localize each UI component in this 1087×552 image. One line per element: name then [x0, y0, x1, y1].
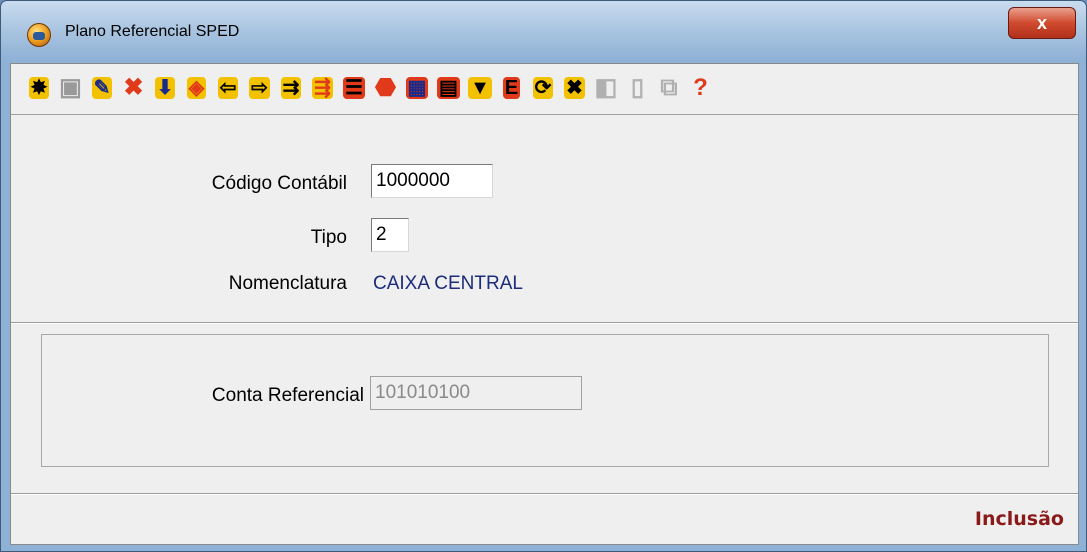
- arrow-left-icon: ⇦: [217, 77, 239, 99]
- comment-icon: ▼: [468, 77, 492, 99]
- download-arrow-button[interactable]: ⬇: [150, 72, 180, 104]
- codigo-contabil-label: Código Contábil: [211, 173, 347, 194]
- copy-grey-button[interactable]: ⧉: [654, 72, 684, 104]
- delete-x-icon: ✖: [123, 74, 144, 101]
- calculator-icon: ▦: [405, 77, 429, 99]
- arrow-right-button[interactable]: ⇨: [245, 72, 275, 104]
- nomenclatura-value: CAIXA CENTRAL: [373, 273, 523, 294]
- conta-referencial-group: Conta Referencial: [41, 334, 1049, 467]
- import-xy-icon: ⇶: [312, 77, 333, 99]
- help-icon: ?: [693, 74, 708, 101]
- help-button[interactable]: ?: [686, 72, 716, 104]
- arrow-left-button[interactable]: ⇦: [213, 72, 243, 104]
- document-grey-icon: ◧: [594, 74, 618, 101]
- refresh-icon: ⟳: [532, 77, 554, 99]
- form-section: Código Contábil Tipo Nomenclatura CAIXA …: [11, 115, 1078, 317]
- report-icon: ▤: [437, 77, 460, 99]
- client-area: ✸ ▣ ✎ ✖ ⬇ ◈ ⇦ ⇨ ⇉ ⇶ ☰ ⬣ ▦ ▤ ▼ E ⟳ ✖ ◧ ▯ ⧉? Código Contábil T…: [10, 63, 1079, 545]
- conta-referencial-input: [370, 376, 582, 410]
- search-button[interactable]: ◈: [182, 72, 212, 104]
- page-grey-button[interactable]: ▯: [623, 72, 653, 104]
- search-icon: ◈: [186, 77, 207, 99]
- status-divider: [11, 493, 1078, 495]
- document-grey-button[interactable]: ◧: [591, 72, 621, 104]
- import-xy-button[interactable]: ⇶: [308, 72, 338, 104]
- close-button[interactable]: x: [1008, 7, 1076, 39]
- codigo-contabil-input[interactable]: [371, 164, 493, 198]
- export-xy-icon: ⇉: [280, 77, 302, 99]
- equal-bars-button[interactable]: ☰: [339, 72, 369, 104]
- list-e-icon: E: [502, 77, 521, 99]
- folder-button[interactable]: ✖: [560, 72, 590, 104]
- calculator-button[interactable]: ▦: [402, 72, 432, 104]
- save-icon: ▣: [59, 74, 82, 101]
- stop-button[interactable]: ⬣: [371, 72, 401, 104]
- nomenclatura-label: Nomenclatura: [228, 273, 347, 294]
- page-grey-icon: ▯: [630, 74, 645, 101]
- conta-referencial-label: Conta Referencial: [211, 385, 364, 406]
- arrow-right-icon: ⇨: [249, 77, 270, 99]
- toolbar: ✸ ▣ ✎ ✖ ⬇ ◈ ⇦ ⇨ ⇉ ⇶ ☰ ⬣ ▦ ▤ ▼ E ⟳ ✖ ◧ ▯ ⧉?: [11, 64, 1078, 115]
- app-window: Plano Referencial SPED x ✸ ▣ ✎ ✖ ⬇ ◈ ⇦ ⇨ ⇉ ⇶ ☰ ⬣ ▦ ▤ ▼…: [0, 0, 1087, 552]
- save-button[interactable]: ▣: [56, 72, 86, 104]
- equal-bars-icon: ☰: [343, 77, 365, 99]
- edit-pencil-icon: ✎: [91, 77, 113, 99]
- gear-icon: ✸: [28, 77, 50, 99]
- comment-button[interactable]: ▼: [465, 72, 495, 104]
- app-icon: [27, 23, 51, 47]
- title-bar[interactable]: Plano Referencial SPED x: [1, 1, 1086, 61]
- delete-x-button[interactable]: ✖: [119, 72, 149, 104]
- edit-pencil-button[interactable]: ✎: [87, 72, 117, 104]
- list-e-button[interactable]: E: [497, 72, 527, 104]
- refresh-button[interactable]: ⟳: [528, 72, 558, 104]
- copy-grey-icon: ⧉: [660, 74, 678, 101]
- mode-status: Inclusão: [974, 508, 1064, 530]
- stop-icon: ⬣: [375, 74, 396, 101]
- export-xy-button[interactable]: ⇉: [276, 72, 306, 104]
- download-arrow-icon: ⬇: [154, 77, 176, 99]
- tipo-label: Tipo: [310, 227, 347, 248]
- folder-icon: ✖: [564, 77, 585, 99]
- report-button[interactable]: ▤: [434, 72, 464, 104]
- gear-button[interactable]: ✸: [24, 72, 54, 104]
- tipo-input[interactable]: [371, 218, 409, 252]
- divider: [11, 322, 1078, 324]
- window-title: Plano Referencial SPED: [65, 23, 240, 40]
